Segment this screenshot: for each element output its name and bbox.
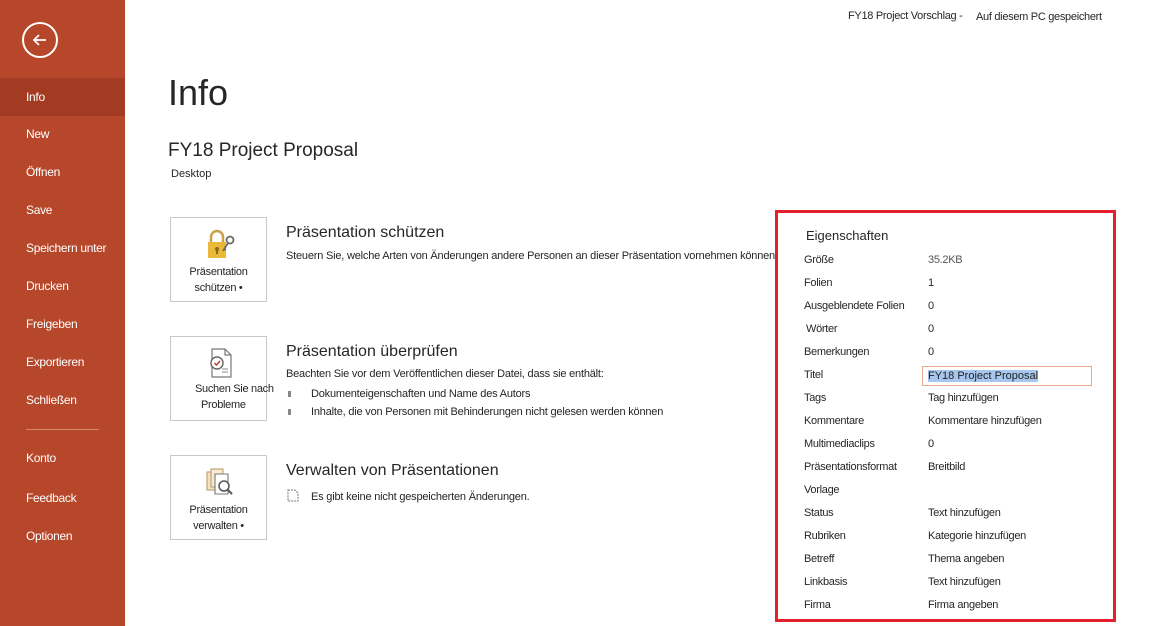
- check-for-issues-button[interactable]: Suchen Sie nach Probleme: [170, 336, 274, 421]
- prop-value-status[interactable]: Text hinzufügen: [928, 507, 1001, 519]
- bullet-marker: [288, 409, 291, 415]
- prop-label-categories: Rubriken: [804, 530, 846, 542]
- lock-key-icon: [202, 226, 238, 262]
- section-desc-manage: Es gibt keine nicht gespeicherten Änderu…: [311, 491, 530, 503]
- nav-info[interactable]: Info: [0, 78, 125, 116]
- prop-value-notes: 0: [928, 346, 934, 358]
- tile-label: Suchen Sie nach Probleme: [175, 381, 278, 413]
- nav-account[interactable]: Konto: [0, 439, 125, 477]
- nav-save-as[interactable]: Speichern unter: [0, 229, 125, 267]
- bullet-text: Inhalte, die von Personen mit Behinderun…: [311, 406, 664, 418]
- tile-label: Präsentation schützen •: [171, 264, 266, 296]
- prop-label-media: Multimediaclips: [804, 438, 875, 450]
- prop-value-categories[interactable]: Kategorie hinzufügen: [928, 530, 1026, 542]
- prop-value-subject[interactable]: Thema angeben: [928, 553, 1005, 565]
- document-location[interactable]: Desktop: [171, 168, 211, 180]
- section-title-protect: Präsentation schützen: [286, 224, 445, 241]
- prop-label-company: Firma: [804, 599, 831, 611]
- section-title-manage: Verwalten von Präsentationen: [286, 462, 499, 479]
- nav-feedback[interactable]: Feedback: [0, 479, 125, 517]
- page-title: Info: [168, 72, 229, 113]
- prop-value-comments[interactable]: Kommentare hinzufügen: [928, 415, 1042, 427]
- inspect-document-icon: [202, 345, 238, 381]
- tile-label-line-2: verwalten •: [193, 520, 244, 532]
- prop-label-hidden-slides: Ausgeblendete Folien: [804, 300, 905, 312]
- tile-label-line-1: Suchen Sie nach: [195, 383, 274, 395]
- section-desc-inspect: Beachten Sie vor dem Veröffentlichen die…: [286, 368, 604, 380]
- nav-save[interactable]: Save: [0, 191, 125, 229]
- manage-presentation-button[interactable]: Präsentation verwalten •: [170, 455, 267, 540]
- backstage-sidebar: Info New Öffnen Save Speichern unter Dru…: [0, 0, 125, 626]
- nav-export[interactable]: Exportieren: [0, 343, 125, 381]
- prop-value-words: 0: [928, 323, 934, 335]
- tile-label: Präsentation verwalten •: [171, 502, 266, 534]
- prop-value-slides: 1: [928, 277, 934, 289]
- section-desc-protect: Steuern Sie, welche Arten von Änderungen…: [286, 250, 778, 262]
- prop-label-notes: Bemerkungen: [804, 346, 870, 358]
- tile-label-line-1: Präsentation: [189, 266, 248, 278]
- prop-value-size: 35.2KB: [928, 254, 963, 266]
- tile-label-line-1: Präsentation: [189, 504, 248, 516]
- prop-label-status: Status: [804, 507, 834, 519]
- unsaved-changes-icon: [287, 489, 299, 507]
- header-doc-name: FY18 Project Vorschlag -: [848, 10, 963, 22]
- prop-label-tags: Tags: [804, 392, 827, 404]
- section-title-inspect: Präsentation überprüfen: [286, 343, 458, 360]
- prop-value-company[interactable]: Firma angeben: [928, 599, 998, 611]
- prop-label-slides: Folien: [804, 277, 833, 289]
- nav-open[interactable]: Öffnen: [0, 153, 125, 191]
- protect-presentation-button[interactable]: Präsentation schützen •: [170, 217, 267, 302]
- title-field[interactable]: FY18 Project Proposal: [922, 366, 1092, 386]
- prop-label-title: Titel: [804, 369, 823, 381]
- back-arrow-icon[interactable]: [22, 22, 58, 58]
- title-field-value: FY18 Project Proposal: [928, 370, 1039, 382]
- prop-label-size: Größe: [804, 254, 834, 266]
- prop-value-tags[interactable]: Tag hinzufügen: [928, 392, 999, 404]
- nav-print[interactable]: Drucken: [0, 267, 125, 305]
- nav-close[interactable]: Schließen: [0, 381, 125, 419]
- document-title: FY18 Project Proposal: [168, 140, 359, 161]
- prop-value-format: Breitbild: [928, 461, 966, 473]
- prop-label-template: Vorlage: [804, 484, 840, 496]
- bullet-text: Dokumenteigenschaften und Name des Autor…: [311, 388, 531, 400]
- prop-value-media: 0: [928, 438, 934, 450]
- tile-label-line-2: Probleme: [201, 399, 246, 411]
- prop-value-hidden-slides: 0: [928, 300, 934, 312]
- bullet-marker: [288, 391, 291, 397]
- prop-label-hyperlink-base: Linkbasis: [804, 576, 848, 588]
- nav-options[interactable]: Optionen: [0, 517, 125, 555]
- manage-versions-icon: [202, 464, 238, 500]
- prop-label-words: Wörter: [806, 323, 838, 335]
- prop-label-comments: Kommentare: [804, 415, 864, 427]
- nav-share[interactable]: Freigeben: [0, 305, 125, 343]
- header-save-location: Auf diesem PC gespeichert: [976, 11, 1102, 23]
- properties-heading[interactable]: Eigenschaften: [806, 228, 888, 243]
- nav-divider: [26, 429, 99, 430]
- tile-label-line-2: schützen •: [194, 282, 243, 294]
- prop-value-hyperlink-base[interactable]: Text hinzufügen: [928, 576, 1001, 588]
- nav-new[interactable]: New: [0, 115, 125, 153]
- prop-label-format: Präsentationsformat: [804, 461, 897, 473]
- prop-label-subject: Betreff: [804, 553, 835, 565]
